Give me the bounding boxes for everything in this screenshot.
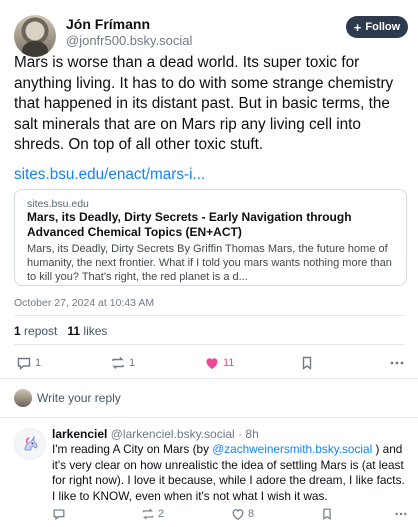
reply-text: I'm reading A City on Mars (by @zachwein… <box>52 442 408 504</box>
reply-reply-button[interactable] <box>52 507 69 521</box>
unicorn-icon <box>24 435 38 451</box>
link-preview-card[interactable]: sites.bsu.edu Mars, its Deadly, Dirty Se… <box>14 189 407 286</box>
like-stat-count: 11 <box>67 324 81 338</box>
reply-mention[interactable]: @zachweinersmith.bsky.social <box>212 442 372 456</box>
reply-icon <box>53 509 65 521</box>
author-avatar[interactable] <box>14 15 56 57</box>
divider <box>0 417 418 418</box>
reply-author-handle[interactable]: @larkenciel.bsky.social <box>111 427 235 441</box>
reply-time: · 8h <box>238 427 259 441</box>
bookmark-button[interactable] <box>299 355 315 371</box>
reply-text-before: I'm reading A City on Mars (by <box>52 442 213 456</box>
reply-repost-button[interactable]: 2 <box>141 507 164 521</box>
plus-icon: + <box>353 19 362 35</box>
reply-count: 1 <box>35 357 42 369</box>
ellipsis-icon <box>395 512 407 516</box>
more-options-button[interactable] <box>389 355 405 371</box>
follow-label: Follow <box>365 21 401 33</box>
repost-stat-count: 1 <box>14 324 21 338</box>
reply-repost-count: 2 <box>158 508 165 520</box>
bookmark-icon <box>302 356 312 370</box>
reply-button[interactable]: 1 <box>16 355 41 371</box>
like-stat[interactable]: 11 likes <box>67 324 107 338</box>
repost-count: 1 <box>129 357 136 369</box>
repost-button[interactable]: 1 <box>110 355 135 371</box>
repost-stat-label: repost <box>24 324 58 338</box>
embed-title: Mars, its Deadly, Dirty Secrets - Early … <box>27 210 352 239</box>
embed-domain: sites.bsu.edu <box>27 198 89 210</box>
current-user-avatar <box>14 389 32 407</box>
post-link[interactable]: sites.bsu.edu/enact/mars-i... <box>14 166 205 184</box>
like-count: 11 <box>223 357 235 369</box>
post-text: Mars is worse than a dead world. Its sup… <box>14 54 394 153</box>
reply-input-prompt[interactable]: Write your reply <box>37 391 121 405</box>
reply-author-name[interactable]: larkenciel <box>52 427 107 441</box>
reply-more-options-button[interactable] <box>394 507 408 521</box>
divider <box>14 344 404 345</box>
heart-outline-icon <box>232 509 244 520</box>
reply-header: larkenciel @larkenciel.bsky.social · 8h <box>52 427 259 441</box>
embed-description: Mars, its Deadly, Dirty Secrets By Griff… <box>27 243 392 283</box>
divider <box>14 315 404 316</box>
like-stat-label: likes <box>83 324 108 338</box>
author-handle[interactable]: @jonfr500.bsky.social <box>66 33 192 48</box>
repost-icon <box>112 357 124 369</box>
reply-author-avatar[interactable] <box>14 428 46 460</box>
bookmark-icon <box>323 508 331 521</box>
reply-like-button[interactable]: 8 <box>231 507 254 521</box>
repost-icon <box>143 508 153 520</box>
author-name[interactable]: Jón Frímann <box>66 16 150 32</box>
reply-bookmark-button[interactable] <box>320 507 334 521</box>
divider <box>0 378 418 379</box>
heart-icon <box>206 358 218 369</box>
repost-stat[interactable]: 1 repost <box>14 324 57 338</box>
engagement-stats: 1 repost 11 likes <box>14 324 107 338</box>
reply-like-count: 8 <box>248 508 255 520</box>
ellipsis-icon <box>390 361 404 365</box>
post-timestamp[interactable]: October 27, 2024 at 10:43 AM <box>14 297 154 309</box>
reply-icon <box>17 357 31 370</box>
like-button[interactable]: 11 <box>204 355 234 371</box>
follow-button[interactable]: + Follow <box>346 16 408 38</box>
